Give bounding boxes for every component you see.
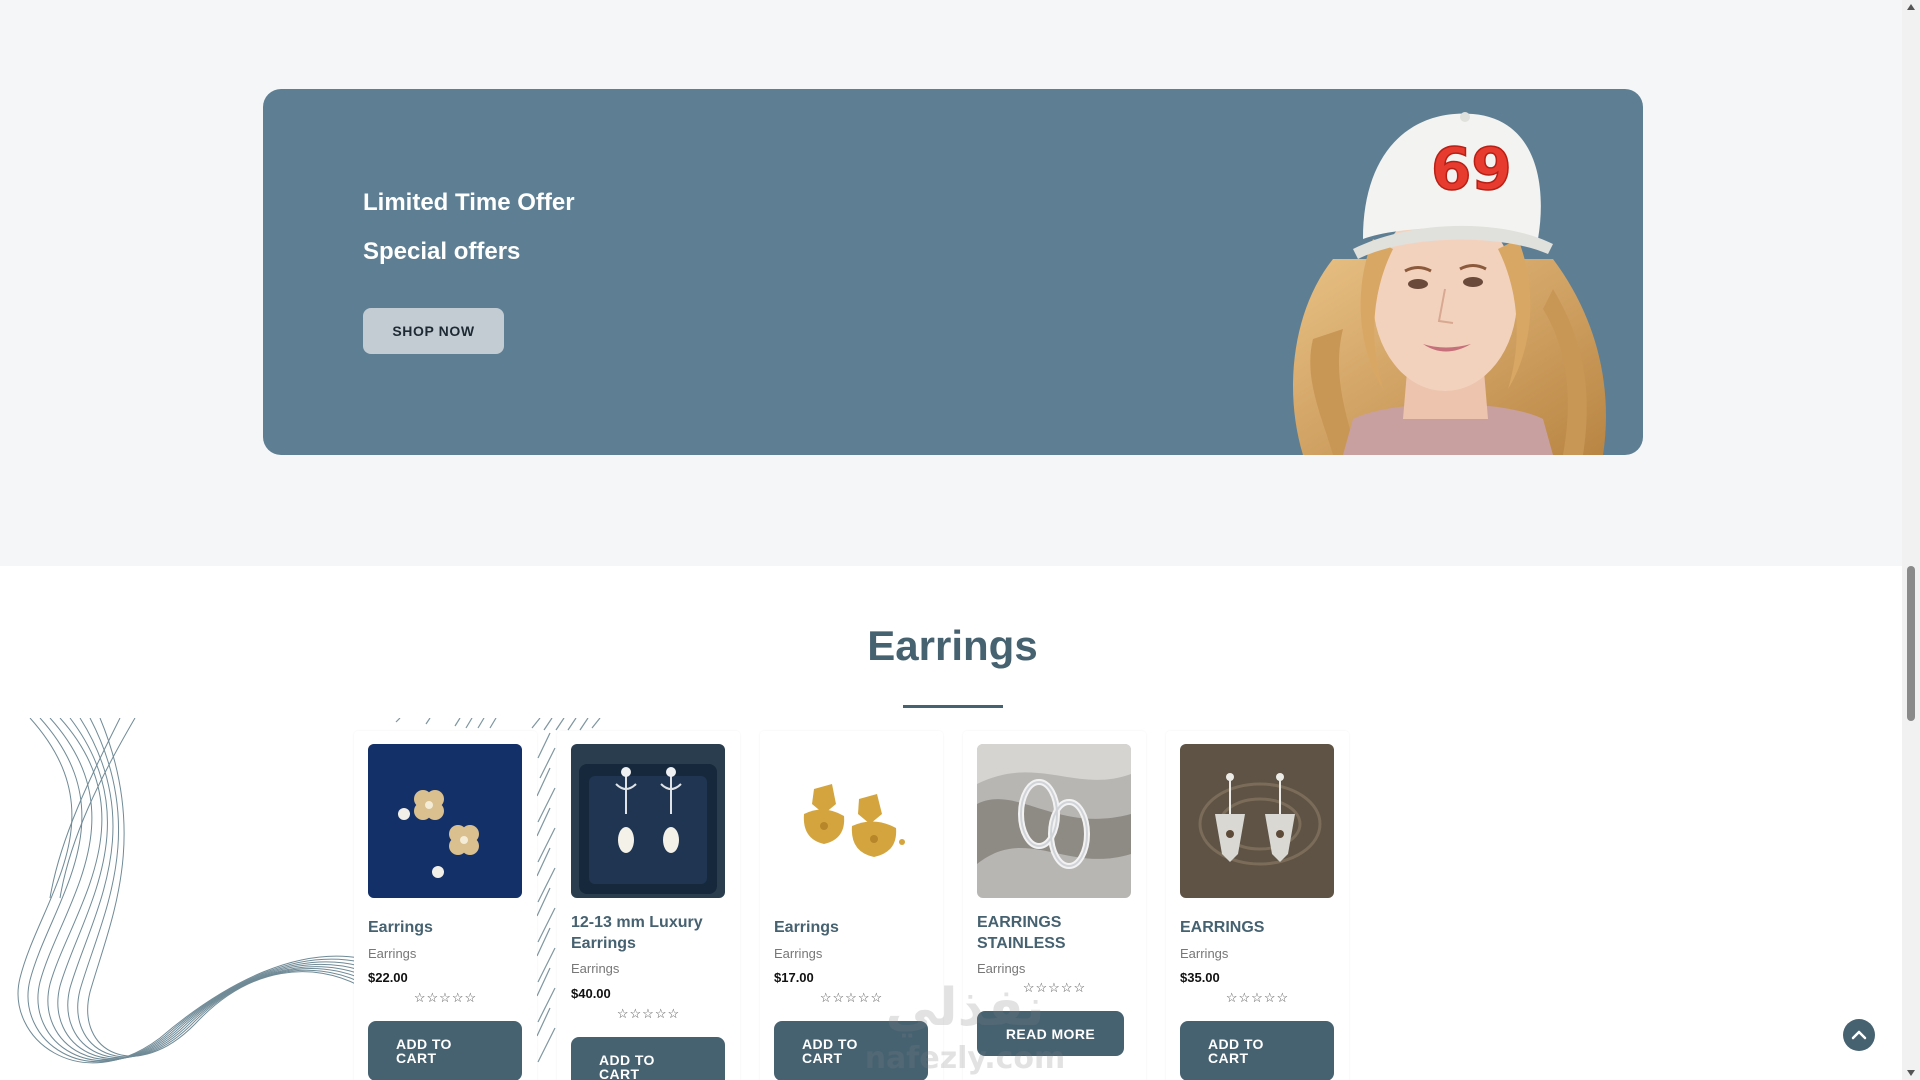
page-scrollbar[interactable] [1902, 0, 1920, 1080]
product-name[interactable]: Earrings [368, 917, 528, 938]
product-image[interactable] [977, 744, 1131, 898]
scroll-up-arrow-icon[interactable] [1907, 4, 1915, 10]
product-name[interactable]: EARRINGS [1180, 917, 1340, 938]
product-price: $17.00 [774, 970, 814, 985]
product-image[interactable] [368, 744, 522, 898]
product-name[interactable]: 12-13 mm Luxury Earrings [571, 912, 731, 954]
section-heading: Earrings [867, 622, 1038, 669]
product-image[interactable] [571, 744, 725, 898]
watermark-text-ar: نفذلي [885, 978, 1044, 1038]
add-to-cart-button[interactable]: ADD TO CART [1180, 1021, 1334, 1080]
promo-subtitle: Special offers [363, 238, 521, 265]
product-image[interactable] [1180, 744, 1334, 898]
rating-stars: ☆☆☆☆☆ [413, 990, 478, 1005]
product-price: $22.00 [368, 970, 408, 985]
promo-section: Limited Time Offer Special offers SHOP N… [0, 0, 1902, 566]
promo-model-photo: 69 [1293, 112, 1606, 455]
product-category[interactable]: Earrings [1180, 946, 1228, 961]
product-card[interactable]: Earrings Earrings $22.00 ☆☆☆☆☆ ADD TO CA… [354, 731, 537, 1080]
product-card[interactable]: 12-13 mm Luxury Earrings Earrings $40.00… [557, 731, 740, 1080]
watermark-text-en: nafezly.com [865, 1041, 1066, 1076]
back-to-top-button[interactable] [1843, 1019, 1875, 1051]
product-price: $35.00 [1180, 970, 1220, 985]
product-card[interactable]: EARRINGS Earrings $35.00 ☆☆☆☆☆ ADD TO CA… [1166, 731, 1349, 1080]
product-image[interactable] [774, 744, 928, 898]
nafezly-watermark-logo: نفذلي nafezly.com [865, 978, 1066, 1076]
product-name[interactable]: Earrings [774, 917, 934, 938]
add-to-cart-button[interactable]: ADD TO CART [571, 1037, 725, 1080]
scroll-down-arrow-icon[interactable] [1907, 1070, 1915, 1076]
product-name[interactable]: EARRINGS STAINLESS [977, 912, 1137, 954]
promo-title: Limited Time Offer [363, 189, 575, 216]
product-category[interactable]: Earrings [368, 946, 416, 961]
rating-stars: ☆☆☆☆☆ [1225, 990, 1290, 1005]
shop-now-button[interactable]: SHOP NOW [363, 308, 504, 354]
cap-number: 69 [1431, 135, 1512, 203]
product-category[interactable]: Earrings [571, 961, 619, 976]
rating-stars: ☆☆☆☆☆ [616, 1006, 681, 1021]
promo-banner: Limited Time Offer Special offers SHOP N… [263, 89, 1643, 455]
product-price: $40.00 [571, 986, 611, 1001]
add-to-cart-button[interactable]: ADD TO CART [368, 1021, 522, 1080]
product-category[interactable]: Earrings [774, 946, 822, 961]
heading-underline [903, 705, 1003, 708]
scrollbar-thumb[interactable] [1907, 566, 1915, 721]
chevron-up-icon [1851, 1030, 1867, 1040]
